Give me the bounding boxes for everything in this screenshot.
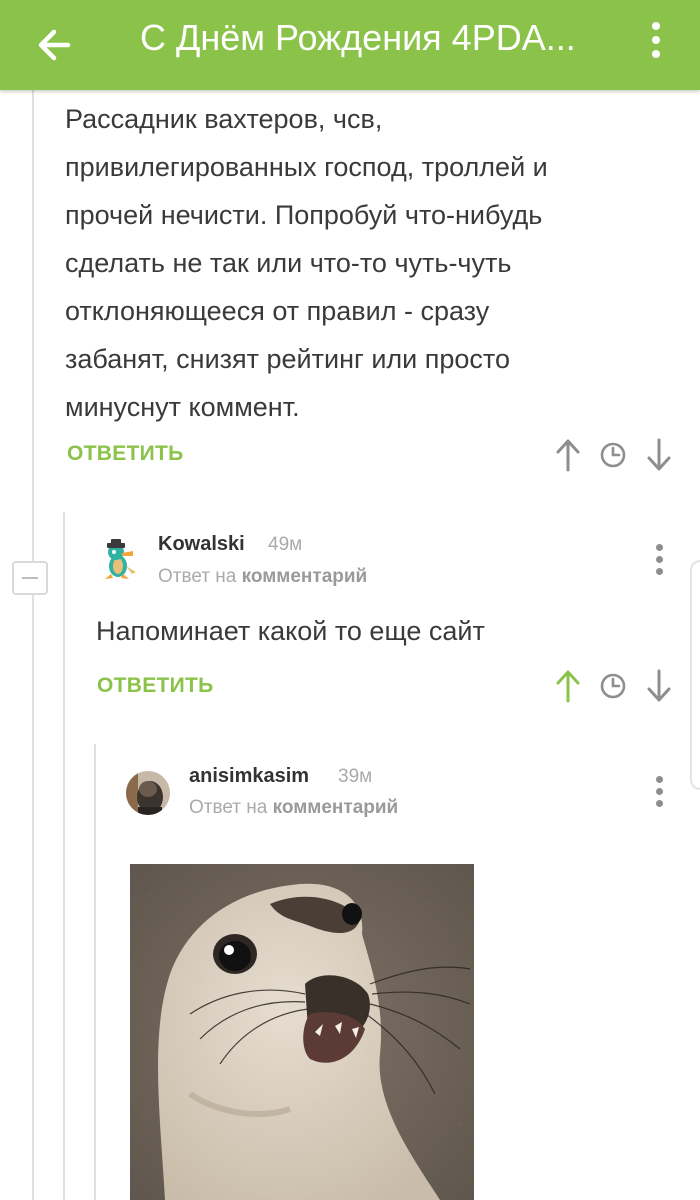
back-button[interactable] [30,19,82,71]
clock-icon[interactable] [598,437,628,473]
comment-1-line: отклоняющееся от правил - сразу [65,296,490,326]
reply-button[interactable]: ОТВЕТИТЬ [97,674,214,698]
username[interactable]: anisimkasim [189,765,309,788]
username[interactable]: Kowalski [158,533,245,556]
upvote-arrow-icon[interactable] [553,668,583,704]
comment-2-text: Напоминает какой то еще сайт [96,616,485,646]
reply-to-prefix: Ответ на [158,566,237,587]
comment-1-text: Рассадник вахтеров, чсв, привилегированн… [65,95,665,431]
thread-line-level3 [94,744,96,1200]
app-bar: С Днём Рождения 4PDA... [0,0,700,90]
downvote-arrow-icon[interactable] [644,668,674,704]
comment-time: 49м [268,534,303,555]
thread-line-level1 [32,90,34,1200]
reply-button[interactable]: ОТВЕТИТЬ [67,442,184,466]
reply-to-target: комментарий [241,566,368,587]
comment-menu-icon[interactable] [653,544,665,578]
comment-1-line: сделать не так или что-то чуть-чуть [65,248,512,278]
arrow-left-icon [38,29,71,61]
reply-to-target: комментарий [272,797,399,818]
comment-1-line: прочей нечисти. Попробуй что-нибудь [65,200,543,230]
avatar-kowalski[interactable] [96,536,140,580]
thread-line-level2 [63,512,65,1200]
collapse-thread-button[interactable] [12,561,48,595]
clock-icon[interactable] [598,668,628,704]
comment-1-line: минуснут коммент. [65,392,300,422]
seal-meme-image[interactable] [130,864,474,1200]
reply-to-link[interactable]: Ответ на комментарий [189,797,398,819]
more-vertical-icon[interactable] [636,17,676,71]
page-title: С Днём Рождения 4PDA... [140,17,576,58]
downvote-arrow-icon[interactable] [644,437,674,473]
comment-1-line: привилегированных господ, троллей и [65,152,548,182]
reply-to-link[interactable]: Ответ на комментарий [158,566,367,588]
comment-1-line: Рассадник вахтеров, чсв, [65,104,383,134]
comment-menu-icon[interactable] [653,776,665,810]
reply-to-prefix: Ответ на [189,797,268,818]
avatar-anisimkasim[interactable] [126,771,170,815]
comment-time: 39м [338,766,373,787]
scroll-indicator[interactable] [690,560,700,790]
upvote-arrow-icon[interactable] [553,437,583,473]
comment-1-line: забанят, снизят рейтинг или просто [65,344,510,374]
